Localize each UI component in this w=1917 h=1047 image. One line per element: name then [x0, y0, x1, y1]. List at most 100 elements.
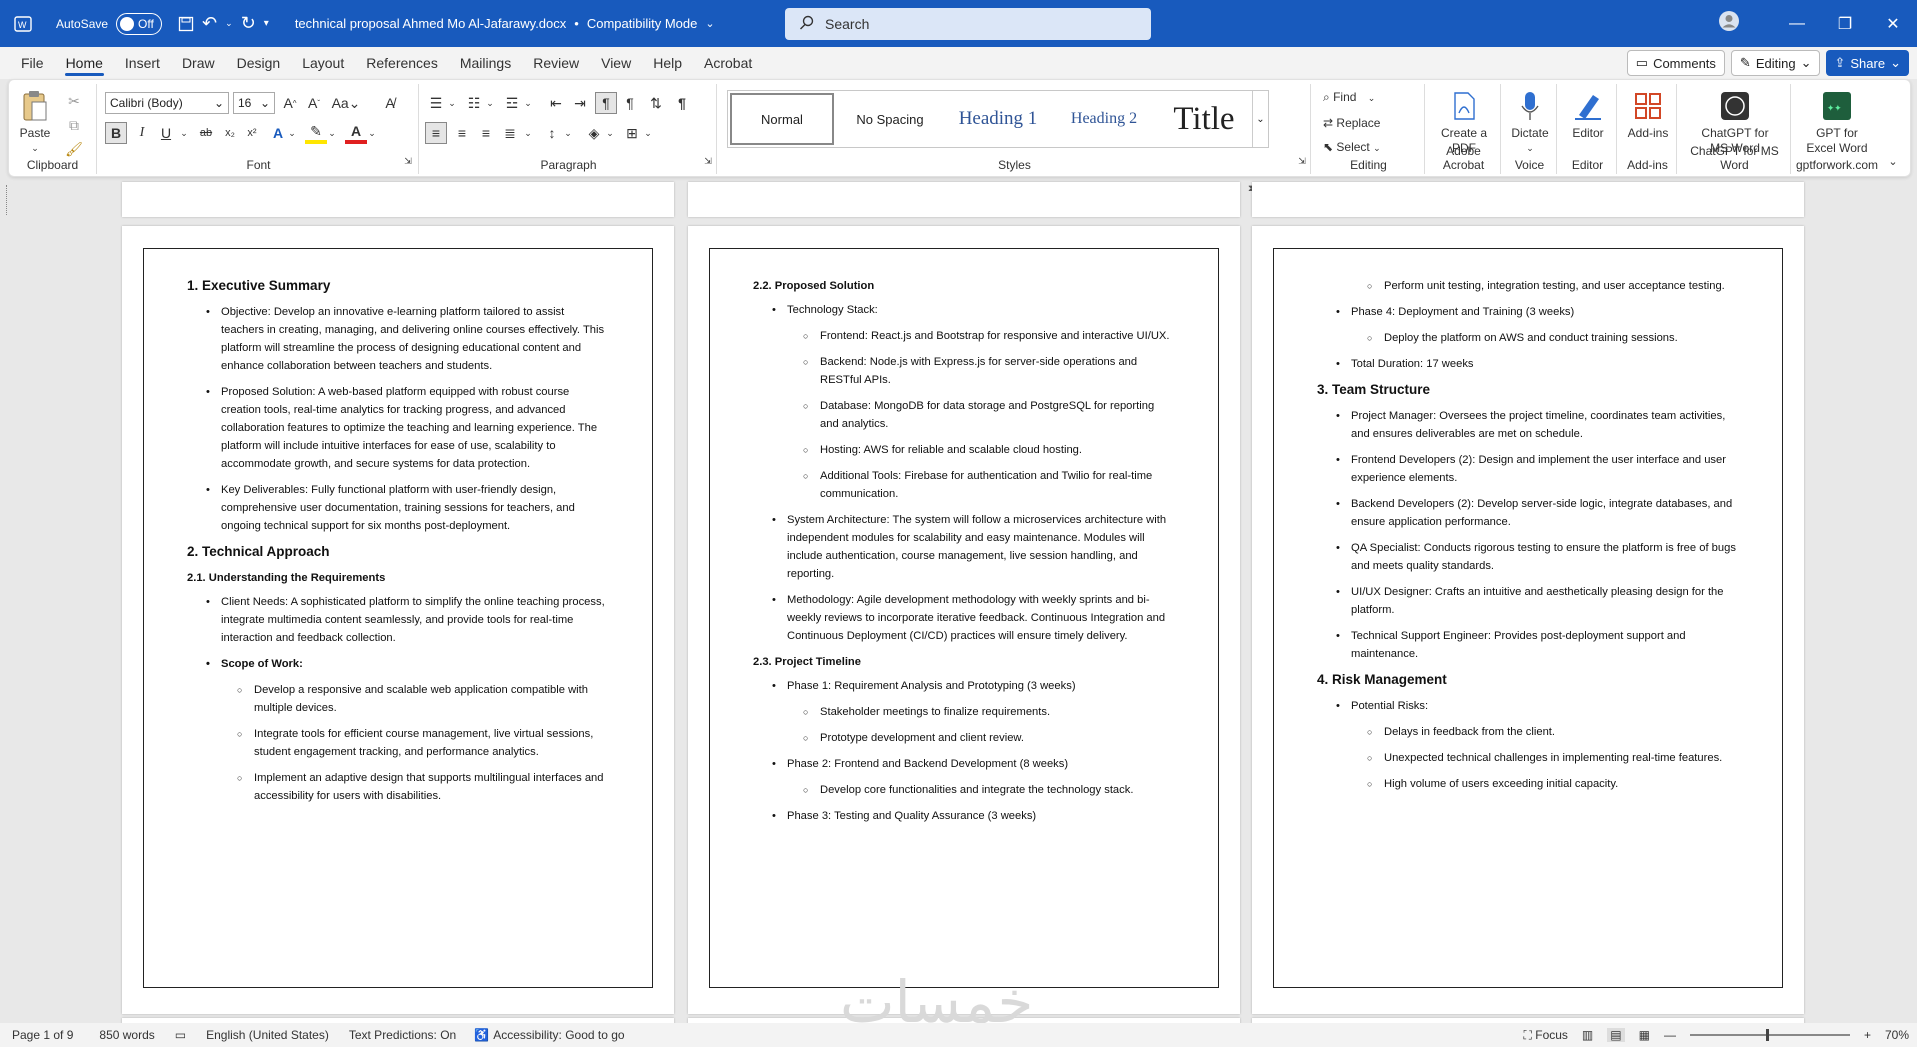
- search-placeholder: Search: [825, 16, 870, 32]
- multilevel-dropdown-icon[interactable]: ⌄: [517, 92, 539, 114]
- decrease-indent-icon[interactable]: ⇤: [545, 92, 567, 114]
- paste-button[interactable]: Paste ⌄: [15, 90, 55, 156]
- restore-icon[interactable]: ❐: [1821, 14, 1869, 34]
- justify-dropdown-icon[interactable]: ⌄: [517, 122, 539, 144]
- proofing-icon[interactable]: ▭: [175, 1028, 186, 1042]
- page-content[interactable]: 2.2. Proposed Solution Technology Stack:…: [753, 271, 1173, 833]
- search-box[interactable]: Search: [785, 8, 1151, 40]
- language[interactable]: English (United States): [206, 1028, 329, 1042]
- addins-button[interactable]: Add-ins: [1621, 90, 1675, 141]
- dictate-button[interactable]: Dictate ⌄: [1505, 90, 1555, 156]
- web-layout-icon[interactable]: ▦: [1639, 1028, 1650, 1042]
- collapse-ribbon-icon[interactable]: ⌄: [1882, 150, 1904, 172]
- styles-more-icon[interactable]: ⌄: [1252, 91, 1268, 147]
- accessibility-status[interactable]: ♿ Accessibility: Good to go: [474, 1028, 624, 1042]
- underline-dropdown-icon[interactable]: ⌄: [173, 122, 195, 144]
- gpt-excel-word-button[interactable]: ✦✦ GPT for Excel Word: [1797, 90, 1877, 156]
- bold-button[interactable]: B: [105, 122, 127, 144]
- style-no-spacing[interactable]: No Spacing: [838, 91, 942, 147]
- tab-view[interactable]: View: [590, 47, 642, 79]
- style-heading-2[interactable]: Heading 2: [1052, 91, 1156, 147]
- shrink-font-icon[interactable]: Aˇ: [303, 92, 325, 114]
- read-mode-icon[interactable]: ▥: [1582, 1028, 1593, 1042]
- styles-dialog-launcher-icon[interactable]: ⇲: [1291, 150, 1313, 172]
- tab-home[interactable]: Home: [55, 47, 114, 79]
- undo-dropdown-icon[interactable]: ⌄: [225, 18, 233, 29]
- undo-icon[interactable]: ↶: [202, 13, 217, 34]
- align-left-icon[interactable]: ≡: [425, 122, 447, 144]
- style-heading-1[interactable]: Heading 1: [946, 91, 1050, 147]
- show-formatting-icon[interactable]: ¶: [671, 92, 693, 114]
- rtl-direction-icon[interactable]: ¶: [619, 92, 641, 114]
- tab-insert[interactable]: Insert: [114, 47, 171, 79]
- chevron-down-icon[interactable]: ⌄: [705, 17, 714, 30]
- save-icon[interactable]: [178, 16, 194, 32]
- cut-icon[interactable]: ✂: [63, 90, 85, 112]
- focus-button[interactable]: ⛶ Focus: [1523, 1028, 1567, 1043]
- copy-icon[interactable]: ⧉: [63, 114, 85, 136]
- ltr-direction-icon[interactable]: ¶: [595, 92, 617, 114]
- comments-button[interactable]: ▭ Comments: [1626, 50, 1725, 76]
- minimize-icon[interactable]: —: [1773, 15, 1821, 33]
- line-spacing-dropdown-icon[interactable]: ⌄: [557, 122, 579, 144]
- tab-help[interactable]: Help: [642, 47, 693, 79]
- font-size-box[interactable]: 16 ⌄: [233, 92, 275, 114]
- page-2[interactable]: 2.2. Proposed Solution Technology Stack:…: [688, 226, 1240, 1014]
- tab-references[interactable]: References: [355, 47, 449, 79]
- text-predictions[interactable]: Text Predictions: On: [349, 1028, 456, 1042]
- autosave-toggle[interactable]: Off: [116, 12, 163, 35]
- italic-button[interactable]: I: [131, 122, 153, 144]
- text-effects-dropdown-icon[interactable]: ⌄: [281, 122, 303, 144]
- zoom-in-icon[interactable]: +: [1864, 1028, 1871, 1042]
- bullets-dropdown-icon[interactable]: ⌄: [441, 92, 463, 114]
- page-3[interactable]: Perform unit testing, integration testin…: [1252, 226, 1804, 1014]
- grow-font-icon[interactable]: A ^: [279, 92, 301, 114]
- editor-button[interactable]: Editor: [1561, 90, 1615, 141]
- select-button[interactable]: ⬉ Select ⌄: [1323, 140, 1381, 154]
- shading-dropdown-icon[interactable]: ⌄: [599, 122, 621, 144]
- customize-toolbar-icon[interactable]: ▾: [264, 18, 269, 29]
- word-count[interactable]: 850 words: [99, 1028, 154, 1042]
- align-center-icon[interactable]: ≡: [451, 122, 473, 144]
- zoom-slider[interactable]: [1689, 1029, 1850, 1041]
- subscript-button[interactable]: x₂: [219, 122, 241, 144]
- editing-mode-button[interactable]: ✎ Editing ⌄: [1730, 50, 1821, 76]
- replace-button[interactable]: ⇄ Replace: [1323, 116, 1380, 130]
- tab-file[interactable]: File: [10, 47, 55, 79]
- clear-formatting-icon[interactable]: A̸: [379, 92, 401, 114]
- redo-icon[interactable]: ↻: [241, 13, 256, 34]
- style-normal[interactable]: Normal: [730, 93, 834, 145]
- increase-indent-icon[interactable]: ⇥: [569, 92, 591, 114]
- account-avatar[interactable]: [1705, 10, 1753, 37]
- print-layout-icon[interactable]: ▤: [1607, 1028, 1625, 1042]
- strikethrough-button[interactable]: ab: [195, 122, 217, 144]
- zoom-level[interactable]: 70%: [1885, 1028, 1909, 1042]
- sort-icon[interactable]: ⇅: [645, 92, 667, 114]
- highlight-dropdown-icon[interactable]: ⌄: [321, 122, 343, 144]
- tab-layout[interactable]: Layout: [291, 47, 355, 79]
- zoom-out-icon[interactable]: —: [1664, 1028, 1676, 1042]
- share-button[interactable]: ⇪ Share ⌄: [1826, 50, 1909, 76]
- page-1[interactable]: 1. Executive Summary Objective: Develop …: [122, 226, 674, 1014]
- tab-mailings[interactable]: Mailings: [449, 47, 522, 79]
- style-title[interactable]: Title: [1158, 91, 1250, 147]
- page-content[interactable]: 1. Executive Summary Objective: Develop …: [187, 271, 607, 813]
- page-count[interactable]: Page 1 of 9: [12, 1028, 73, 1042]
- font-name-box[interactable]: Calibri (Body) ⌄: [105, 92, 229, 114]
- compatibility-mode[interactable]: Compatibility Mode: [587, 16, 698, 31]
- tab-draw[interactable]: Draw: [171, 47, 226, 79]
- align-right-icon[interactable]: ≡: [475, 122, 497, 144]
- tab-acrobat[interactable]: Acrobat: [693, 47, 763, 79]
- tab-design[interactable]: Design: [226, 47, 292, 79]
- page-content[interactable]: Perform unit testing, integration testin…: [1317, 271, 1737, 801]
- tab-review[interactable]: Review: [522, 47, 590, 79]
- change-case-icon[interactable]: Aa⌄: [331, 92, 361, 114]
- format-painter-icon[interactable]: 🖌: [63, 138, 85, 160]
- borders-dropdown-icon[interactable]: ⌄: [637, 122, 659, 144]
- font-color-dropdown-icon[interactable]: ⌄: [361, 122, 383, 144]
- close-icon[interactable]: ✕: [1869, 14, 1917, 34]
- numbering-dropdown-icon[interactable]: ⌄: [479, 92, 501, 114]
- superscript-button[interactable]: x²: [241, 122, 263, 144]
- word-app-icon[interactable]: W: [14, 15, 32, 32]
- find-button[interactable]: ⌕ Find ⌄: [1323, 90, 1375, 105]
